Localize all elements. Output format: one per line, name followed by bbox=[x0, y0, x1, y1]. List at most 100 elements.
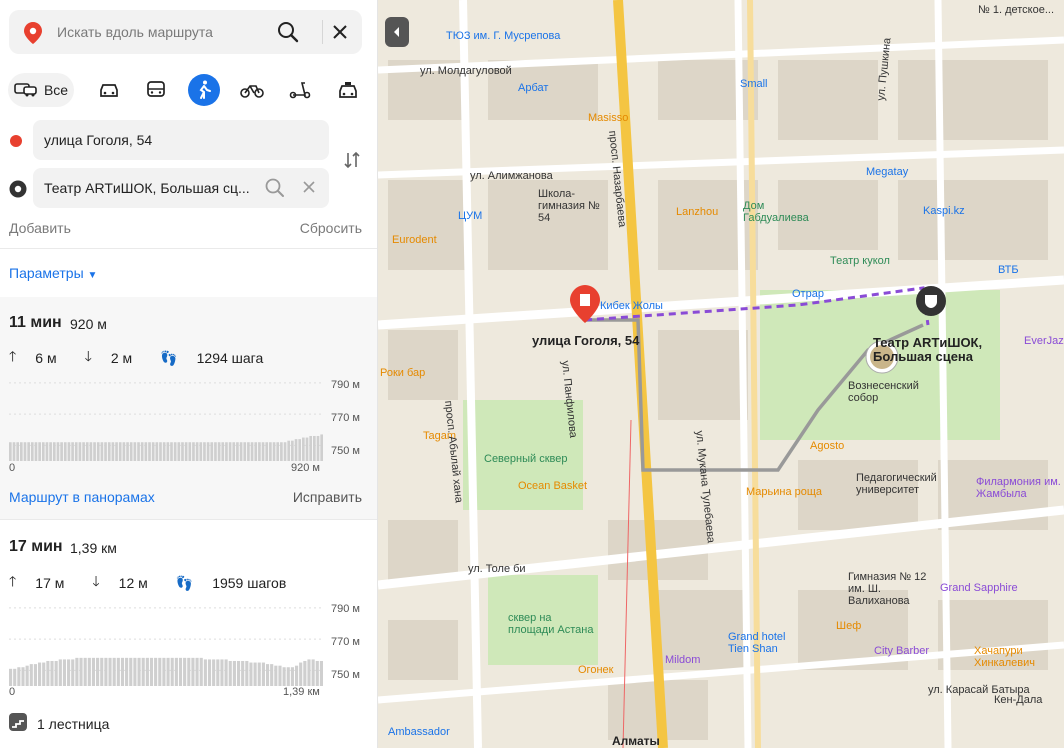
map-label[interactable]: Марьина роща bbox=[746, 486, 822, 498]
map-label[interactable]: Алматы bbox=[612, 734, 660, 748]
elevation-chart bbox=[9, 600, 324, 686]
map-label[interactable]: Театр кукол bbox=[830, 255, 890, 267]
theatre-marker[interactable] bbox=[915, 285, 947, 322]
map-label[interactable]: Mildom bbox=[665, 654, 700, 666]
scooter-icon[interactable] bbox=[287, 73, 313, 107]
add-point-button[interactable]: Добавить bbox=[9, 220, 71, 236]
map-label[interactable]: EverJazz bbox=[1024, 335, 1064, 347]
map-label[interactable]: Хачапури Хинкалевич bbox=[974, 645, 1064, 669]
map-label: ул. Толе би bbox=[468, 563, 526, 575]
search-icon[interactable] bbox=[265, 178, 285, 201]
close-icon[interactable] bbox=[329, 21, 351, 48]
elevation-bar bbox=[254, 442, 258, 461]
to-field[interactable]: Театр ARTиШОК, Большая сц... bbox=[33, 168, 329, 208]
map-label[interactable]: Eurodent bbox=[392, 234, 437, 246]
elevation-bar bbox=[280, 442, 283, 461]
elevation-bar bbox=[241, 660, 245, 686]
elevation-bar bbox=[311, 659, 315, 686]
elevation-bar bbox=[261, 442, 265, 461]
map-label[interactable]: Grand Sapphire bbox=[940, 582, 1018, 594]
map-label[interactable]: Филармония им. Жамбыла bbox=[976, 476, 1064, 500]
clear-icon[interactable] bbox=[302, 180, 316, 197]
map-label: сквер на площади Астана bbox=[508, 612, 594, 636]
elevation-bar bbox=[34, 442, 38, 461]
map-label[interactable]: ЦУМ bbox=[458, 210, 482, 222]
panorama-link[interactable]: Маршрут в панорамах bbox=[9, 489, 155, 505]
elev-tick-770: 770 м bbox=[331, 412, 360, 424]
pedestrian-icon[interactable] bbox=[188, 74, 220, 106]
from-field[interactable]: улица Гоголя, 54 bbox=[33, 120, 329, 160]
map-label[interactable]: Kaspi.kz bbox=[923, 205, 965, 217]
bicycle-icon[interactable] bbox=[239, 73, 265, 107]
ascent: 🡑 17 м bbox=[9, 571, 78, 595]
map-label[interactable]: Отрар bbox=[792, 288, 824, 300]
map-label[interactable]: ВТБ bbox=[998, 264, 1019, 276]
map-label[interactable]: Masisso bbox=[588, 112, 628, 124]
parameters-button[interactable]: Параметры ▼ bbox=[9, 265, 97, 281]
elevation-chart bbox=[9, 375, 324, 461]
elevation-bar bbox=[13, 668, 17, 686]
map-label[interactable]: Шеф bbox=[836, 620, 861, 632]
arrow-up-icon: 🡑 bbox=[9, 348, 17, 364]
reset-button[interactable]: Сбросить bbox=[300, 220, 362, 236]
route-option-1[interactable]: 11 мин 920 м 🡑 6 м 🡓 2 м 👣 1294 шага 790 м … bbox=[0, 297, 377, 519]
elevation-bar bbox=[162, 442, 166, 461]
map-label[interactable]: Small bbox=[740, 78, 768, 90]
elevation-bar bbox=[236, 660, 241, 686]
map-canvas[interactable]: ТЮЗ им. Г. Мусрепова ул. Молдагуловой Ар… bbox=[378, 0, 1064, 748]
elevation-bar bbox=[46, 660, 50, 686]
elevation-bar bbox=[71, 659, 75, 686]
stairs-info: 1 лестница bbox=[9, 713, 109, 734]
map-label[interactable]: Роки бар bbox=[380, 367, 425, 379]
elevation-bar bbox=[158, 657, 162, 686]
map-label[interactable]: Lanzhou bbox=[676, 206, 718, 218]
elevation-bar bbox=[217, 442, 221, 461]
map-label[interactable]: Grand hotel Tien Shan bbox=[728, 631, 808, 655]
swap-icon[interactable] bbox=[342, 150, 362, 175]
map-label[interactable]: Agosto bbox=[810, 440, 844, 452]
map-label[interactable]: Огонек bbox=[578, 664, 613, 676]
collapse-panel-button[interactable] bbox=[385, 17, 409, 47]
car-icon[interactable] bbox=[96, 73, 122, 107]
map-label[interactable]: City Barber bbox=[874, 645, 929, 657]
elevation-bar bbox=[221, 442, 225, 461]
map-label[interactable]: Дом Габдуалиева bbox=[743, 200, 823, 224]
elevation-bar bbox=[216, 659, 220, 686]
elevation-bar bbox=[274, 665, 278, 686]
elevation-bar bbox=[319, 660, 323, 686]
stairs-count: 1 лестница bbox=[37, 715, 110, 732]
elevation-bar bbox=[67, 442, 71, 461]
elevation-bar bbox=[104, 657, 108, 686]
elevation-bar bbox=[178, 657, 183, 686]
elevation-bar bbox=[313, 435, 316, 461]
map-label[interactable]: Megatay bbox=[866, 166, 908, 178]
start-marker[interactable] bbox=[570, 285, 600, 328]
bus-icon[interactable] bbox=[143, 73, 169, 107]
fix-link[interactable]: Исправить bbox=[293, 489, 362, 505]
elevation-bar bbox=[38, 662, 42, 686]
elevation-bar bbox=[116, 657, 120, 686]
elevation-bar bbox=[38, 442, 41, 461]
elevation-bar bbox=[249, 662, 253, 686]
map-label[interactable]: Кибек Жолы bbox=[600, 300, 663, 312]
map-label[interactable]: Ambassador bbox=[388, 726, 450, 738]
elevation-bar bbox=[166, 442, 170, 461]
elevation-bar bbox=[54, 660, 58, 686]
elevation-bar bbox=[27, 442, 30, 461]
elevation-bar bbox=[192, 442, 195, 461]
map-label[interactable]: Ocean Basket bbox=[518, 480, 587, 492]
elevation-bars bbox=[9, 607, 323, 686]
elevation-bar bbox=[177, 442, 181, 461]
map-label[interactable]: ТЮЗ им. Г. Мусрепова bbox=[446, 30, 560, 42]
elevation-bar bbox=[30, 442, 34, 461]
taxi-icon[interactable] bbox=[335, 73, 361, 107]
elevation-bar bbox=[228, 660, 232, 686]
map-label[interactable]: Арбат bbox=[518, 82, 548, 94]
elevation-bar bbox=[154, 657, 158, 686]
car-bus-icon bbox=[14, 81, 38, 100]
elevation-bar bbox=[107, 442, 111, 461]
search-along-route[interactable]: Искать вдоль маршрута bbox=[9, 10, 362, 54]
search-icon[interactable] bbox=[277, 21, 299, 48]
mode-all-button[interactable]: Все bbox=[8, 73, 74, 107]
map-label: Гимназия № 12 им. Ш. Валиханова bbox=[848, 571, 927, 607]
